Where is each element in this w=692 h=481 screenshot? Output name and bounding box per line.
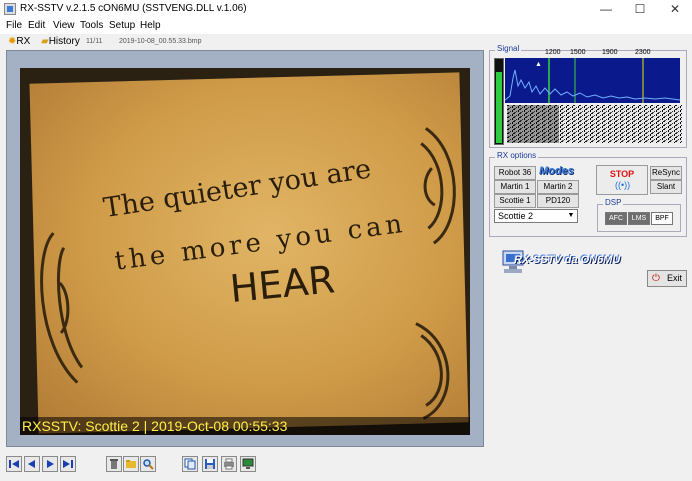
close-button[interactable]: ✕: [658, 0, 692, 18]
image-caption: RXSSTV: Scottie 2 | 2019-Oct-08 00:55:33: [22, 418, 288, 434]
history-button[interactable]: ▰History: [41, 35, 80, 49]
mode-robot36-button[interactable]: Robot 36: [494, 166, 536, 180]
paper-note: The quieter you are the more you can HEA…: [29, 72, 469, 434]
menu-help[interactable]: Help: [140, 20, 161, 31]
menu-setup[interactable]: Setup: [109, 20, 135, 31]
title-bar: RX-SSTV v.2.1.5 cON6MU (SSTVENG.DLL v.1.…: [0, 0, 692, 18]
folder-icon: ▰: [41, 36, 49, 47]
menu-file[interactable]: File: [6, 20, 22, 31]
history-label: History: [48, 36, 80, 47]
save-icon[interactable]: [202, 456, 218, 472]
first-icon[interactable]: [6, 456, 22, 472]
brand-text: RX-SSTV da ON6MU: [514, 254, 621, 266]
mode-martin1-button[interactable]: Martin 1: [494, 180, 536, 194]
next-icon[interactable]: [42, 456, 58, 472]
mode-select-value: Scottie 2: [498, 211, 534, 221]
mode-select[interactable]: Scottie 2 ▼: [494, 209, 578, 223]
signal-level-meter: [494, 58, 504, 145]
exit-icon: ⏻: [652, 273, 660, 284]
lms-toggle[interactable]: LMS: [628, 212, 650, 225]
dsp-label: DSP: [603, 198, 624, 207]
search-icon[interactable]: [140, 456, 156, 472]
slant-button[interactable]: Slant: [650, 180, 682, 194]
stop-label: STOP: [609, 169, 635, 179]
modes-label: Modes: [539, 165, 574, 177]
exit-button[interactable]: ⏻ Exit: [647, 270, 687, 287]
mode-pd120-button[interactable]: PD120: [537, 194, 579, 208]
mode-scottie1-button[interactable]: Scottie 1: [494, 194, 536, 208]
last-icon[interactable]: [60, 456, 76, 472]
app-icon: [4, 3, 16, 15]
toolbar: ✹RX ▰History 11/11 2019-10-08_00.55.33.b…: [0, 34, 692, 50]
menu-tools[interactable]: Tools: [80, 20, 103, 31]
rx-label: RX: [16, 36, 31, 47]
delete-icon[interactable]: [106, 456, 122, 472]
brand-logo: RX-SSTV da ON6MU: [500, 247, 640, 277]
copy-icon[interactable]: [182, 456, 198, 472]
monitor-icon[interactable]: [240, 456, 256, 472]
menu-view[interactable]: View: [53, 20, 75, 31]
signal-level-fill: [496, 72, 502, 143]
image-frame: The quieter you are the more you can HEA…: [6, 50, 484, 447]
prev-icon[interactable]: [24, 456, 40, 472]
freq-label-1200: 1200: [545, 49, 561, 56]
image-filename: 2019-10-08_00.55.33.bmp: [119, 38, 202, 45]
rx-button[interactable]: ✹RX: [8, 35, 30, 49]
received-image: The quieter you are the more you can HEA…: [20, 68, 470, 435]
image-counter: 11/11: [86, 38, 103, 45]
antenna-icon: ((•)): [615, 180, 631, 190]
maximize-button[interactable]: ☐: [623, 0, 657, 18]
bottom-toolbar: [0, 448, 692, 481]
afc-toggle[interactable]: AFC: [605, 212, 627, 225]
spectrum-display: ▲: [505, 58, 680, 103]
stop-button[interactable]: STOP ((•)): [596, 165, 648, 195]
bpf-toggle[interactable]: BPF: [651, 212, 673, 225]
open-folder-icon[interactable]: [123, 456, 139, 472]
minimize-button[interactable]: —: [589, 0, 623, 18]
exit-label: Exit: [667, 273, 683, 283]
freq-label-1500: 1500: [570, 49, 586, 56]
menu-bar: File Edit View Tools Setup Help: [0, 18, 692, 34]
freq-label-1900: 1900: [602, 49, 618, 56]
print-icon[interactable]: [221, 456, 237, 472]
chevron-down-icon: ▼: [567, 212, 575, 219]
waterfall-display: [507, 105, 682, 143]
menu-edit[interactable]: Edit: [28, 20, 45, 31]
signal-label: Signal: [495, 44, 522, 53]
svg-text:▲: ▲: [535, 61, 542, 68]
window-title: RX-SSTV v.2.1.5 cON6MU (SSTVENG.DLL v.1.…: [20, 3, 247, 14]
mode-martin2-button[interactable]: Martin 2: [537, 180, 579, 194]
caption-strip: RXSSTV: Scottie 2 | 2019-Oct-08 00:55:33: [20, 417, 470, 435]
resync-button[interactable]: ReSync: [650, 166, 682, 180]
rx-options-label: RX options: [495, 151, 539, 160]
freq-label-2300: 2300: [635, 49, 651, 56]
